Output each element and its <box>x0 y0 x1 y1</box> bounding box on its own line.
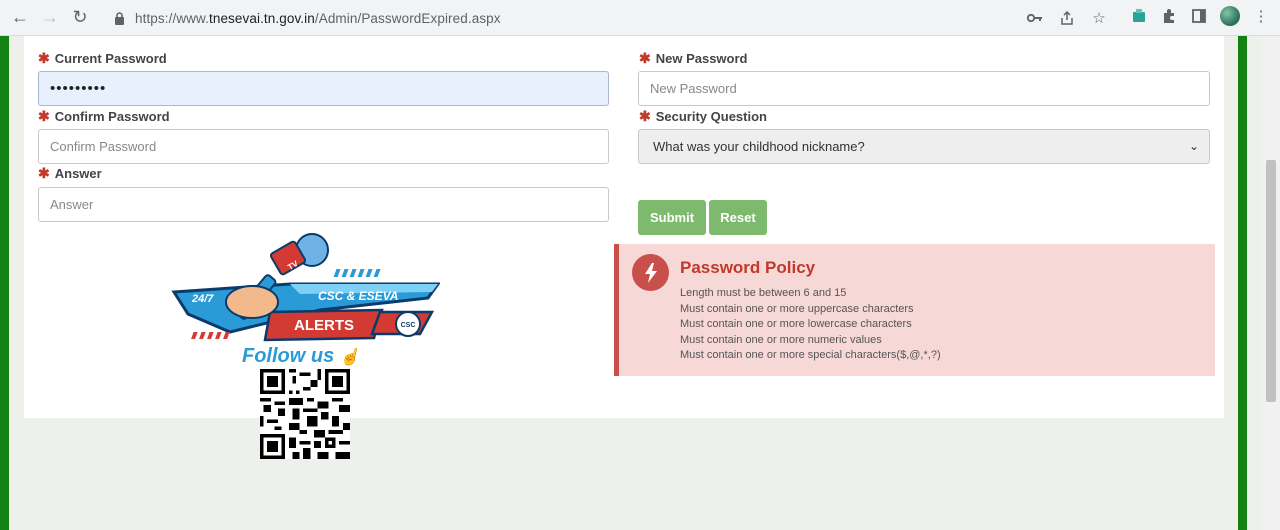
key-icon[interactable] <box>1026 9 1044 27</box>
lightning-bolt-icon <box>632 254 669 291</box>
new-password-label: ✱ New Password <box>639 50 748 66</box>
url-text: https://www.tnesevai.tn.gov.in/Admin/Pas… <box>135 10 501 26</box>
extension-app-icon[interactable] <box>1130 7 1148 25</box>
security-question-value: What was your childhood nickname? <box>653 139 865 154</box>
policy-rule: Must contain one or more special charact… <box>680 349 941 362</box>
policy-rule: Must contain one or more numeric values <box>680 333 882 346</box>
password-policy-box: Password Policy Length must be between 6… <box>614 244 1215 376</box>
page-border-left <box>0 36 9 530</box>
required-asterisk-icon: ✱ <box>38 165 50 181</box>
answer-input[interactable]: Answer <box>38 187 609 222</box>
badge-247-text: 24/7 <box>191 293 214 305</box>
confirm-password-input[interactable]: Confirm Password <box>38 129 609 164</box>
current-password-label: ✱ Current Password <box>38 50 167 66</box>
required-asterisk-icon: ✱ <box>639 50 651 66</box>
policy-rule: Length must be between 6 and 15 <box>680 287 847 299</box>
forward-arrow-icon[interactable]: → <box>35 3 65 33</box>
browser-toolbar: ← → ↻ https://www.tnesevai.tn.gov.in/Adm… <box>0 0 1280 36</box>
policy-title: Password Policy <box>680 258 816 277</box>
current-password-input[interactable]: ••••••••• <box>38 71 609 106</box>
page-border-right <box>1238 36 1247 530</box>
scrollbar-thumb[interactable] <box>1266 160 1276 402</box>
address-bar[interactable]: https://www.tnesevai.tn.gov.in/Admin/Pas… <box>100 4 1120 32</box>
submit-button[interactable]: Submit <box>638 200 706 235</box>
csc-badge-text: CSC <box>401 322 416 329</box>
banner-text: CSC & ESEVA <box>318 289 398 303</box>
qr-code[interactable] <box>260 369 350 459</box>
security-question-select[interactable]: What was your childhood nickname? ⌄ <box>638 129 1210 164</box>
alerts-text: ALERTS <box>294 317 354 334</box>
confirm-password-label: ✱ Confirm Password <box>38 108 170 124</box>
required-asterisk-icon: ✱ <box>38 108 50 124</box>
policy-rule: Must contain one or more lowercase chara… <box>680 318 912 331</box>
reload-icon[interactable]: ↻ <box>65 3 95 33</box>
security-question-label: ✱ Security Question <box>639 108 767 124</box>
bookmark-star-icon[interactable]: ☆ <box>1090 9 1108 27</box>
profile-avatar[interactable] <box>1220 6 1240 26</box>
back-arrow-icon[interactable]: ← <box>5 3 35 33</box>
menu-kebab-icon[interactable]: ⋮ <box>1252 7 1270 25</box>
share-icon[interactable] <box>1058 9 1076 27</box>
required-asterisk-icon: ✱ <box>639 108 651 124</box>
chevron-down-icon: ⌄ <box>1188 139 1199 153</box>
side-panel-icon[interactable] <box>1190 7 1208 25</box>
lock-icon <box>112 11 126 25</box>
extensions-puzzle-icon[interactable] <box>1160 7 1178 25</box>
answer-label: ✱ Answer <box>38 165 102 181</box>
follow-us-text: Follow us ☝ <box>242 345 360 367</box>
reset-button[interactable]: Reset <box>709 200 767 235</box>
policy-rule: Must contain one or more uppercase chara… <box>680 302 914 315</box>
pointing-hand-icon: ☝ <box>339 349 360 366</box>
policy-rules: Length must be between 6 and 15 Must con… <box>680 286 941 364</box>
new-password-input[interactable]: New Password <box>638 71 1210 106</box>
required-asterisk-icon: ✱ <box>38 50 50 66</box>
